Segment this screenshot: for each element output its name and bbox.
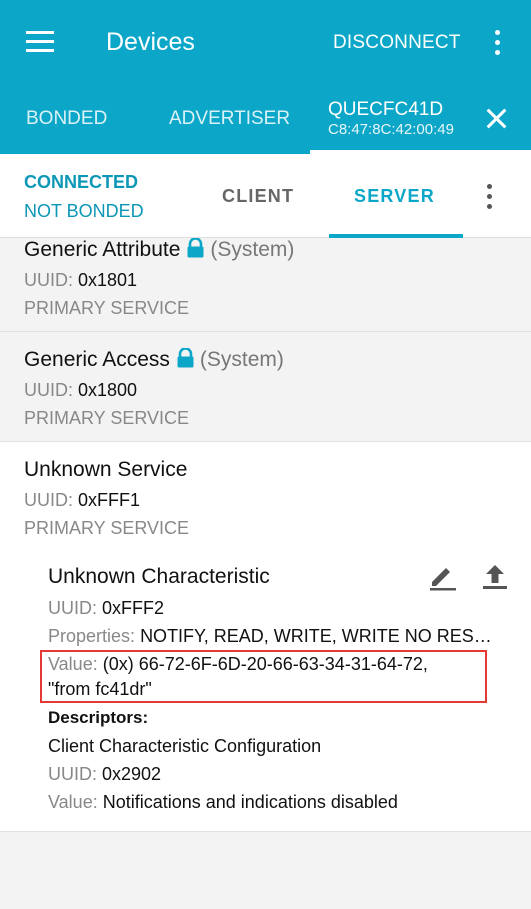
more-vert-icon[interactable] bbox=[494, 30, 502, 56]
service-name-row: Generic Attribute (System) bbox=[24, 238, 294, 262]
disconnect-button[interactable]: DISCONNECT bbox=[333, 32, 461, 54]
tab-bonded[interactable]: BONDED bbox=[26, 108, 107, 130]
service-item-expanded[interactable]: Unknown Service UUID: 0xFFF1 PRIMARY SER… bbox=[0, 442, 531, 832]
service-item[interactable]: Generic Access (System) UUID: 0x1800 PRIM… bbox=[0, 332, 531, 442]
descriptor-name[interactable]: Client Characteristic Configuration bbox=[48, 736, 321, 757]
service-item[interactable]: Generic Attribute (System) UUID: 0x1801 P… bbox=[0, 238, 531, 332]
more-vert-icon[interactable] bbox=[486, 184, 494, 210]
app-bar: Devices DISCONNECT BONDED ADVERTISER QUE… bbox=[0, 0, 531, 154]
connection-status: CONNECTED bbox=[24, 172, 139, 192]
service-type: PRIMARY SERVICE bbox=[24, 298, 190, 318]
lock-icon bbox=[186, 238, 205, 258]
device-name: QUECFC41D bbox=[328, 99, 444, 120]
lock-icon bbox=[176, 347, 195, 368]
characteristic-properties: Properties: NOTIFY, READ, WRITE, WRITE N… bbox=[48, 626, 492, 646]
service-type: PRIMARY SERVICE bbox=[24, 408, 190, 428]
service-uuid: UUID: 0x1801 bbox=[24, 270, 138, 290]
service-uuid: UUID: 0xFFF1 bbox=[24, 490, 141, 510]
tab-client[interactable]: CLIENT bbox=[222, 186, 294, 207]
connection-bar: CONNECTED NOT BONDED CLIENT SERVER bbox=[0, 154, 531, 238]
menu-icon[interactable] bbox=[26, 31, 56, 53]
descriptor-value: Value: Notifications and indications dis… bbox=[48, 792, 398, 812]
service-name-row: Generic Access (System) bbox=[24, 347, 284, 372]
service-name: Generic Attribute bbox=[24, 238, 181, 261]
bond-status: NOT BONDED bbox=[24, 201, 144, 221]
service-name: Unknown Service bbox=[24, 458, 188, 481]
service-list: Generic Attribute (System) UUID: 0x1801 P… bbox=[0, 238, 531, 909]
tab-server[interactable]: SERVER bbox=[354, 186, 435, 207]
device-address: C8:47:8C:42:00:49 bbox=[328, 121, 454, 138]
service-type: PRIMARY SERVICE bbox=[24, 518, 190, 538]
service-uuid: UUID: 0x1800 bbox=[24, 380, 138, 400]
service-name: Generic Access bbox=[24, 348, 170, 371]
edit-icon[interactable] bbox=[427, 560, 459, 592]
page-title: Devices bbox=[106, 28, 195, 56]
descriptor-uuid: UUID: 0x2902 bbox=[48, 764, 162, 784]
descriptors-heading: Descriptors: bbox=[48, 708, 149, 727]
value-highlight-box bbox=[40, 650, 487, 703]
system-label: (System) bbox=[199, 348, 284, 371]
tab-advertiser[interactable]: ADVERTISER bbox=[169, 108, 290, 130]
characteristic-name: Unknown Characteristic bbox=[48, 565, 270, 588]
system-label: (System) bbox=[210, 238, 295, 261]
close-icon[interactable] bbox=[486, 109, 506, 129]
characteristic-uuid: UUID: 0xFFF2 bbox=[48, 598, 165, 618]
upload-icon[interactable] bbox=[479, 560, 511, 592]
